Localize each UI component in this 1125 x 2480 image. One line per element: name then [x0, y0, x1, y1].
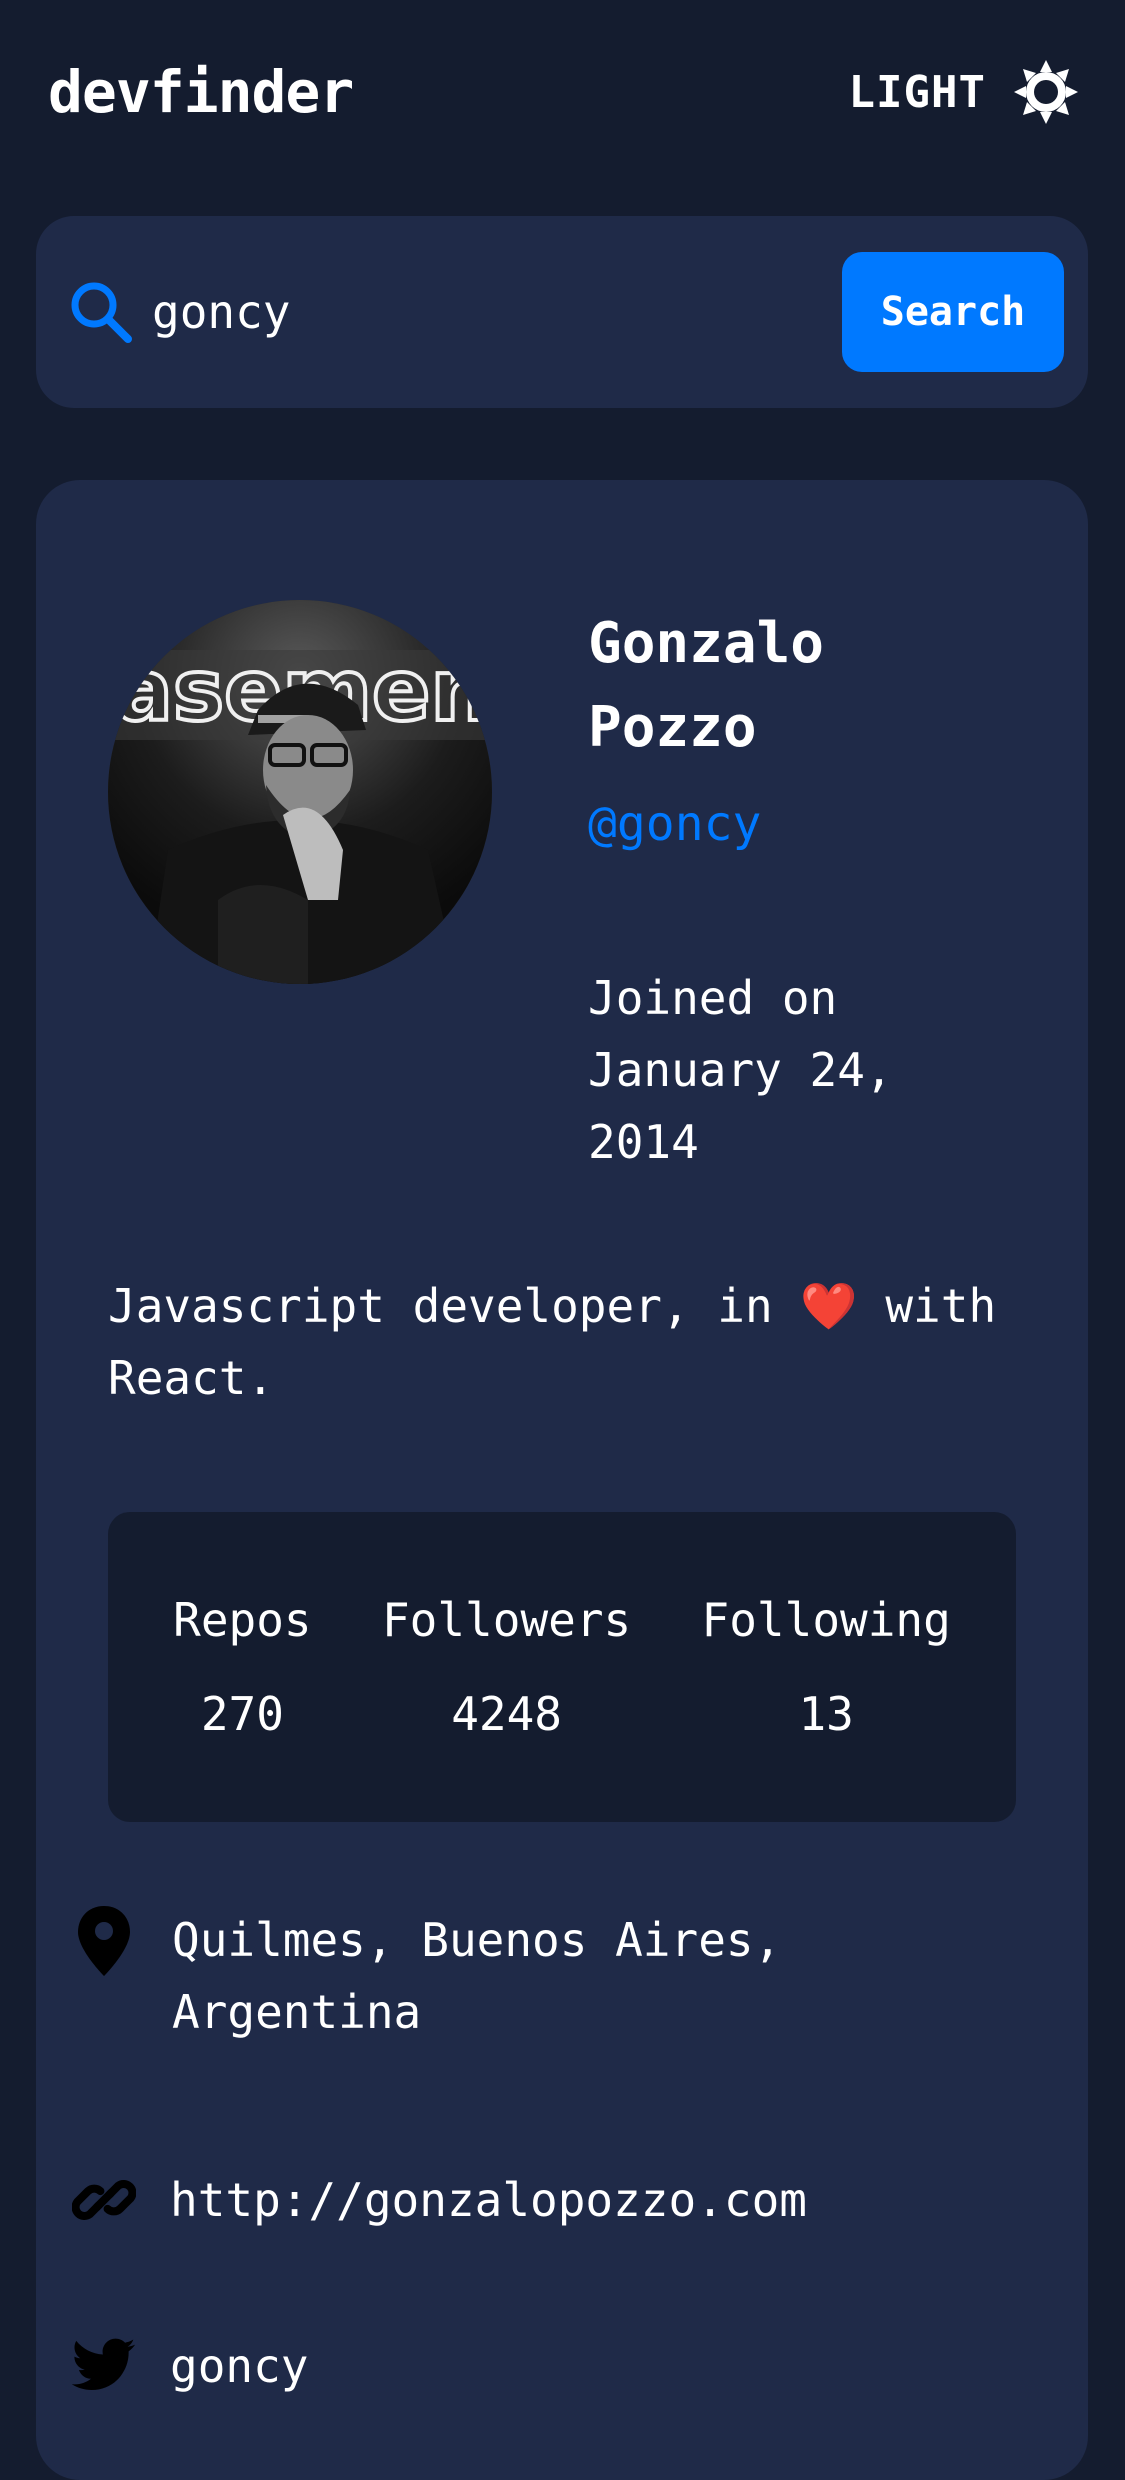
- search-button[interactable]: Search: [842, 252, 1064, 372]
- heart-emoji: ❤️: [800, 1279, 858, 1333]
- stat-label: Following: [701, 1593, 951, 1647]
- website-row[interactable]: http://gonzalopozzo.com: [72, 2164, 807, 2236]
- link-icon: [72, 2180, 136, 2220]
- location-pin-icon: [78, 1906, 130, 1976]
- avatar-image: basement: [108, 600, 492, 984]
- stat-label: Followers: [381, 1593, 632, 1647]
- website-link[interactable]: http://gonzalopozzo.com: [170, 2164, 807, 2236]
- profile-bio: Javascript developer, in ❤️ with React.: [108, 1270, 1008, 1414]
- search-bar: Search: [36, 216, 1088, 408]
- stat-label: Repos: [173, 1593, 312, 1647]
- profile-login-link[interactable]: @goncy: [588, 796, 761, 852]
- location-text: Quilmes, Buenos Aires, Argentina: [172, 1913, 782, 2039]
- search-icon: [71, 282, 132, 343]
- theme-toggle-label: LIGHT: [848, 66, 986, 118]
- location-row: Quilmes, Buenos Aires, Argentina: [72, 1904, 892, 2048]
- stat-value: 13: [798, 1687, 854, 1741]
- avatar: basement: [108, 600, 492, 984]
- theme-toggle[interactable]: LIGHT: [849, 60, 1078, 124]
- stat-value: 270: [200, 1687, 284, 1741]
- twitter-icon: [72, 2338, 136, 2390]
- stats-panel: Repos 270 Followers 4248 Following 13: [108, 1512, 1016, 1822]
- stat-repos: Repos 270: [173, 1593, 311, 1741]
- bio-text: Javascript developer, in: [108, 1279, 773, 1333]
- stat-following: Following 13: [702, 1593, 951, 1741]
- twitter-handle[interactable]: goncy: [170, 2330, 308, 2402]
- app-header: devfinder LIGHT: [48, 52, 1078, 132]
- twitter-row[interactable]: goncy: [72, 2330, 308, 2402]
- app-logo: devfinder: [48, 58, 354, 126]
- profile-name: Gonzalo Pozzo: [588, 611, 825, 760]
- stat-followers: Followers 4248: [382, 1593, 631, 1741]
- sun-icon: [1014, 60, 1078, 124]
- stat-value: 4248: [451, 1687, 562, 1741]
- search-input[interactable]: [152, 272, 842, 352]
- joined-date: Joined on January 24, 2014: [588, 971, 893, 1169]
